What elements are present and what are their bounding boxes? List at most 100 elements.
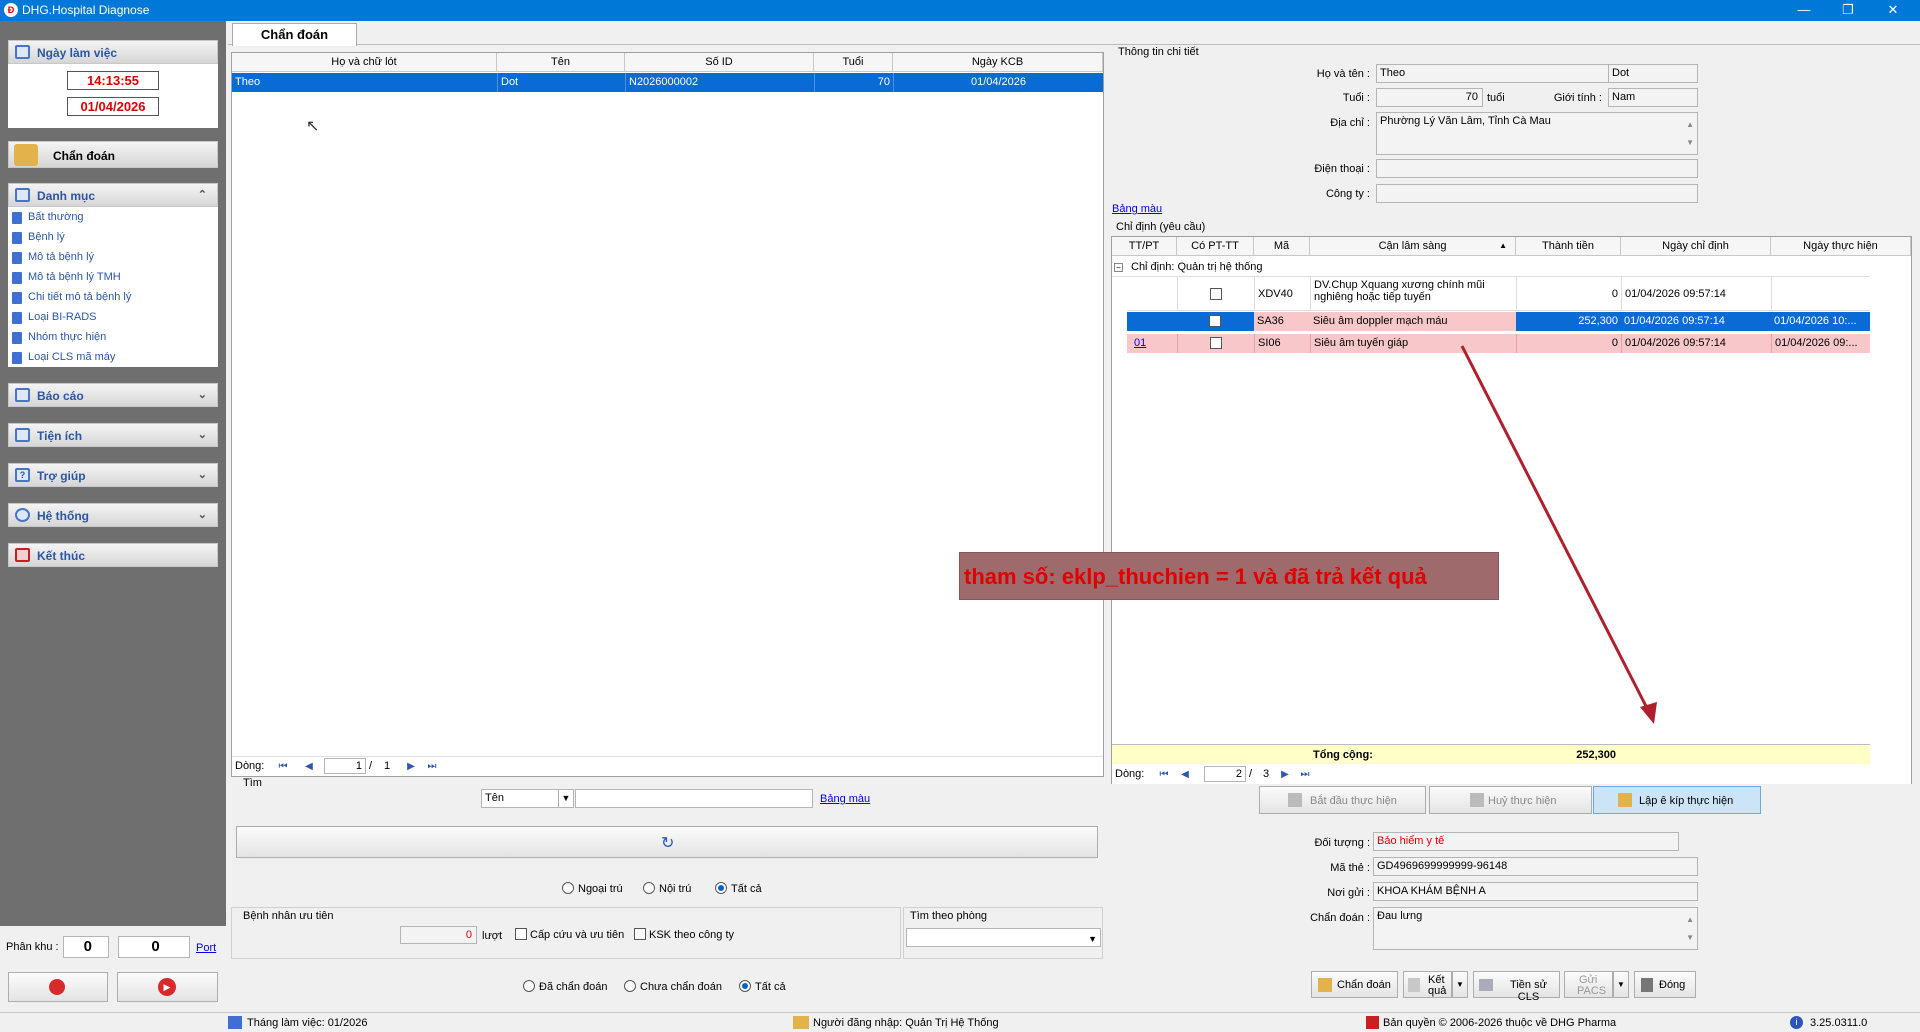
room-select[interactable]: ▼ xyxy=(906,928,1101,947)
result-button[interactable]: Kết quả xyxy=(1403,971,1452,998)
sidebar-item-loai-cls[interactable]: Loại CLS mã máy xyxy=(12,351,115,364)
collapse-icon[interactable]: − xyxy=(1114,263,1123,272)
search-field-select[interactable]: Tên ▼ xyxy=(481,789,574,808)
col-so-id[interactable]: Số ID xyxy=(625,53,814,72)
last-page-icon[interactable]: ⏭ xyxy=(1298,768,1312,781)
col-ma[interactable]: Mã xyxy=(1254,237,1310,256)
tab-chan-doan[interactable]: Chẩn đoán xyxy=(232,23,357,46)
page-total: 1 xyxy=(384,760,391,772)
page-input[interactable]: 2 xyxy=(1204,766,1246,782)
col-ten[interactable]: Tên xyxy=(497,53,625,72)
cell-ten: Dot xyxy=(497,73,625,92)
col-ngay-chi-dinh[interactable]: Ngày chỉ định xyxy=(1621,237,1771,256)
maximize-icon[interactable]: ❐ xyxy=(1828,0,1868,21)
col-co-pt[interactable]: Có PT-TT xyxy=(1177,237,1254,256)
record-button[interactable]: ▶ xyxy=(117,972,218,1002)
ekip-button[interactable]: Lập ê kíp thực hiện xyxy=(1593,786,1761,814)
sidebar-item-benh-ly[interactable]: Bệnh lý xyxy=(12,231,65,244)
sidebar-item-bat-thuong[interactable]: Bất thường xyxy=(12,211,84,224)
item-label: Nhóm thực hiện xyxy=(28,331,107,343)
next-page-icon[interactable]: ▶ xyxy=(404,760,418,773)
col-can-lam-sang[interactable]: Cận lâm sàng ▲ xyxy=(1310,237,1516,256)
close-icon[interactable]: ✕ xyxy=(1873,0,1913,21)
order-row[interactable]: XDV40 DV.Chụp Xquang xương chính mũi ngh… xyxy=(1127,277,1870,311)
port-link[interactable]: Port xyxy=(196,942,216,954)
tro-giup-header[interactable]: ? Trợ giúp ⌄ xyxy=(8,463,218,487)
first-page-icon[interactable]: ⏮ xyxy=(1157,768,1171,781)
scroll-up-icon[interactable]: ▲ xyxy=(1686,911,1694,928)
radio-ngoai-tru[interactable]: Ngoại trú xyxy=(562,882,623,895)
next-page-icon[interactable]: ▶ xyxy=(1278,768,1292,781)
table-row[interactable]: Theo Dot N2026000002 70 01/04/2026 xyxy=(232,73,1103,92)
cell-id: N2026000002 xyxy=(625,73,814,92)
expand-down-icon[interactable]: ⌄ xyxy=(198,388,207,401)
collapse-up-icon[interactable]: ⌃ xyxy=(198,188,207,201)
group-label: Tiện ích xyxy=(37,429,83,443)
port-stepper[interactable]: 0 xyxy=(118,936,190,958)
he-thong-header[interactable]: Hệ thống ⌄ xyxy=(8,503,218,527)
sidebar-item-bi-rads[interactable]: Loại BI-RADS xyxy=(12,311,96,324)
bao-cao-header[interactable]: Báo cáo ⌄ xyxy=(8,383,218,407)
start-button[interactable]: Bắt đầu thực hiện xyxy=(1259,786,1426,814)
history-button[interactable]: Tiền sử CLS xyxy=(1473,971,1560,1003)
gear-icon xyxy=(15,508,30,522)
work-day-header[interactable]: Ngày làm việc xyxy=(8,40,218,64)
scroll-down-icon[interactable]: ▼ xyxy=(1686,929,1694,946)
order-row[interactable]: SA36 Siêu âm doppler mạch máu 252,300 01… xyxy=(1127,312,1870,332)
radio-noi-tru[interactable]: Nội trú xyxy=(643,882,691,895)
first-page-icon[interactable]: ⏮ xyxy=(276,760,290,773)
radio-label: Chưa chẩn đoán xyxy=(640,981,722,993)
close-button[interactable]: Đóng xyxy=(1634,971,1696,998)
sidebar-item-chi-tiet[interactable]: Chi tiết mô tả bệnh lý xyxy=(12,291,131,304)
color-legend-link[interactable]: Bảng màu xyxy=(820,793,870,805)
phan-khu-stepper[interactable]: 0 xyxy=(63,936,109,958)
checkbox-cap-cuu[interactable]: Cấp cứu và ưu tiên xyxy=(515,928,624,941)
page-input[interactable]: 1 xyxy=(324,758,366,774)
ket-thuc-header[interactable]: Kết thúc xyxy=(8,543,218,567)
scroll-up-icon[interactable]: ▲ xyxy=(1686,116,1694,133)
diagnose-button[interactable]: Chẩn đoán xyxy=(1311,971,1398,998)
refresh-button[interactable]: ↻ xyxy=(236,826,1098,858)
col-ngay-thuc-hien[interactable]: Ngày thực hiện xyxy=(1771,237,1911,256)
detail-color-link[interactable]: Bảng màu xyxy=(1112,203,1162,215)
company-field xyxy=(1376,184,1698,203)
prev-page-icon[interactable]: ◀ xyxy=(1178,768,1192,781)
col-ho-chu-lot[interactable]: Họ và chữ lót xyxy=(232,53,497,72)
cell-tt-link[interactable]: 01 xyxy=(1131,334,1175,353)
search-input[interactable] xyxy=(575,789,813,808)
tien-ich-header[interactable]: Tiện ích ⌄ xyxy=(8,423,218,447)
col-thanh-tien[interactable]: Thành tiền xyxy=(1516,237,1621,256)
microphone-button[interactable] xyxy=(8,972,108,1002)
radio-chua-chan-doan[interactable]: Chưa chẩn đoán xyxy=(624,980,722,993)
expand-down-icon[interactable]: ⌄ xyxy=(198,428,207,441)
checkbox-icon[interactable] xyxy=(1210,337,1222,350)
sidebar-item-mo-ta-benh-ly[interactable]: Mô tả bệnh lý xyxy=(12,251,94,264)
expand-down-icon[interactable]: ⌄ xyxy=(198,468,207,481)
radio-tat-ca[interactable]: Tất cả xyxy=(715,882,762,895)
result-dropdown[interactable]: ▼ xyxy=(1452,971,1468,998)
sidebar-item-mo-ta-tmh[interactable]: Mô tả bệnh lý TMH xyxy=(12,271,121,284)
work-date[interactable]: 01/04/2026 xyxy=(67,97,159,116)
prev-page-icon[interactable]: ◀ xyxy=(302,760,316,773)
danh-muc-header[interactable]: Danh mục ⌃ xyxy=(8,183,218,207)
scroll-down-icon[interactable]: ▼ xyxy=(1686,134,1694,151)
checkbox-icon[interactable] xyxy=(1210,288,1222,301)
sidebar-item-chan-doan[interactable]: Chẩn đoán xyxy=(8,141,218,168)
checkbox-icon[interactable] xyxy=(1209,315,1221,328)
col-tuoi[interactable]: Tuổi xyxy=(814,53,893,72)
pacs-button[interactable]: Gửi PACS xyxy=(1564,971,1613,998)
minimize-icon[interactable]: — xyxy=(1784,0,1824,21)
group-row[interactable]: − Chỉ định: Quản trị hệ thống xyxy=(1112,258,1870,277)
checkbox-ksk[interactable]: KSK theo công ty xyxy=(634,928,734,941)
cancel-exec-button[interactable]: Huỷ thực hiện xyxy=(1429,786,1592,814)
col-ngay-kcb[interactable]: Ngày KCB xyxy=(893,53,1103,72)
last-page-icon[interactable]: ⏭ xyxy=(425,760,439,773)
pacs-dropdown[interactable]: ▼ xyxy=(1613,971,1629,998)
book-icon xyxy=(12,352,22,364)
radio-all-diag[interactable]: Tất cả xyxy=(739,980,786,993)
expand-down-icon[interactable]: ⌄ xyxy=(198,508,207,521)
chevron-down-icon[interactable]: ▼ xyxy=(558,790,573,807)
sidebar-item-nhom[interactable]: Nhóm thực hiện xyxy=(12,331,107,344)
col-tt-pt[interactable]: TT/PT xyxy=(1112,237,1177,256)
radio-da-chan-doan[interactable]: Đã chẩn đoán xyxy=(523,980,608,993)
